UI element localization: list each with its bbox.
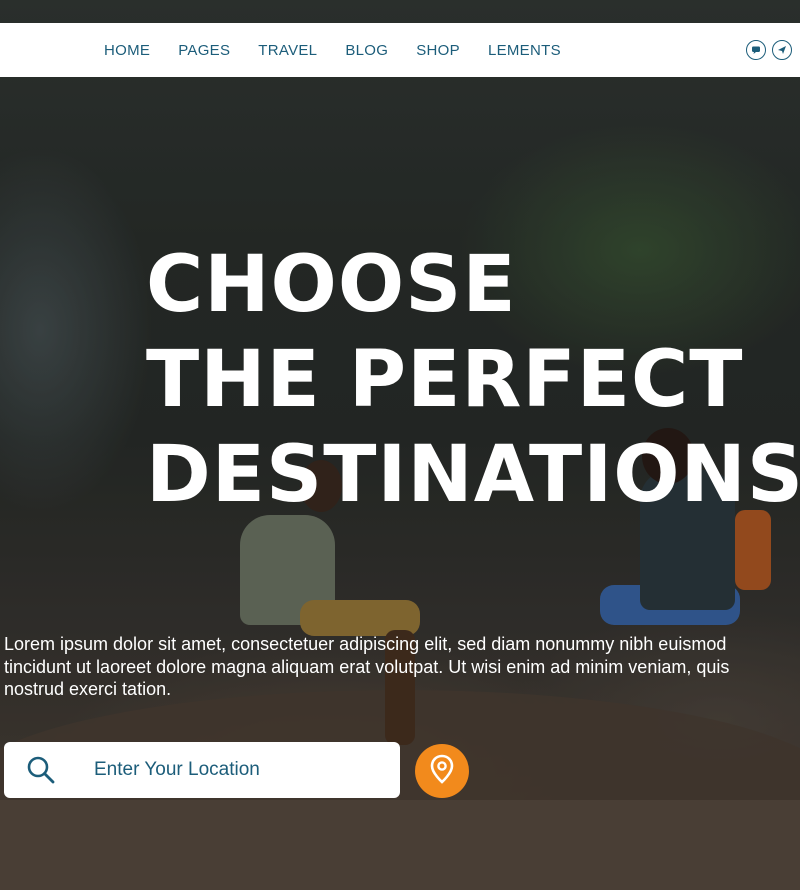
nav-item-pages[interactable]: PAGES xyxy=(178,42,230,59)
chat-icon[interactable] xyxy=(746,40,766,60)
top-navigation-bar: HOME PAGES TRAVEL BLOG SHOP LEMENTS xyxy=(0,23,800,77)
nav-icon-group xyxy=(746,23,792,77)
location-search-input[interactable] xyxy=(92,758,386,782)
nav-item-blog[interactable]: BLOG xyxy=(345,42,388,59)
headline-line-2: THE PERFECT xyxy=(146,335,744,425)
hero-description: Lorem ipsum dolor sit amet, consectetuer… xyxy=(4,634,730,699)
locate-button[interactable] xyxy=(415,744,469,798)
main-nav: HOME PAGES TRAVEL BLOG SHOP LEMENTS xyxy=(104,23,589,77)
nav-item-shop[interactable]: SHOP xyxy=(416,42,460,59)
location-search-box xyxy=(4,742,400,798)
headline-line-1: CHOOSE xyxy=(146,240,517,330)
location-pin-icon xyxy=(429,754,455,788)
nav-item-elements[interactable]: LEMENTS xyxy=(488,42,561,59)
headline-line-3: DESTINATIONS. xyxy=(146,430,800,520)
nav-item-travel[interactable]: TRAVEL xyxy=(258,42,317,59)
send-icon[interactable] xyxy=(772,40,792,60)
search-icon[interactable] xyxy=(26,755,56,785)
nav-item-home[interactable]: HOME xyxy=(104,42,150,59)
hero-headline: CHOOSE THE PERFECT DESTINATIONS. xyxy=(146,238,800,523)
